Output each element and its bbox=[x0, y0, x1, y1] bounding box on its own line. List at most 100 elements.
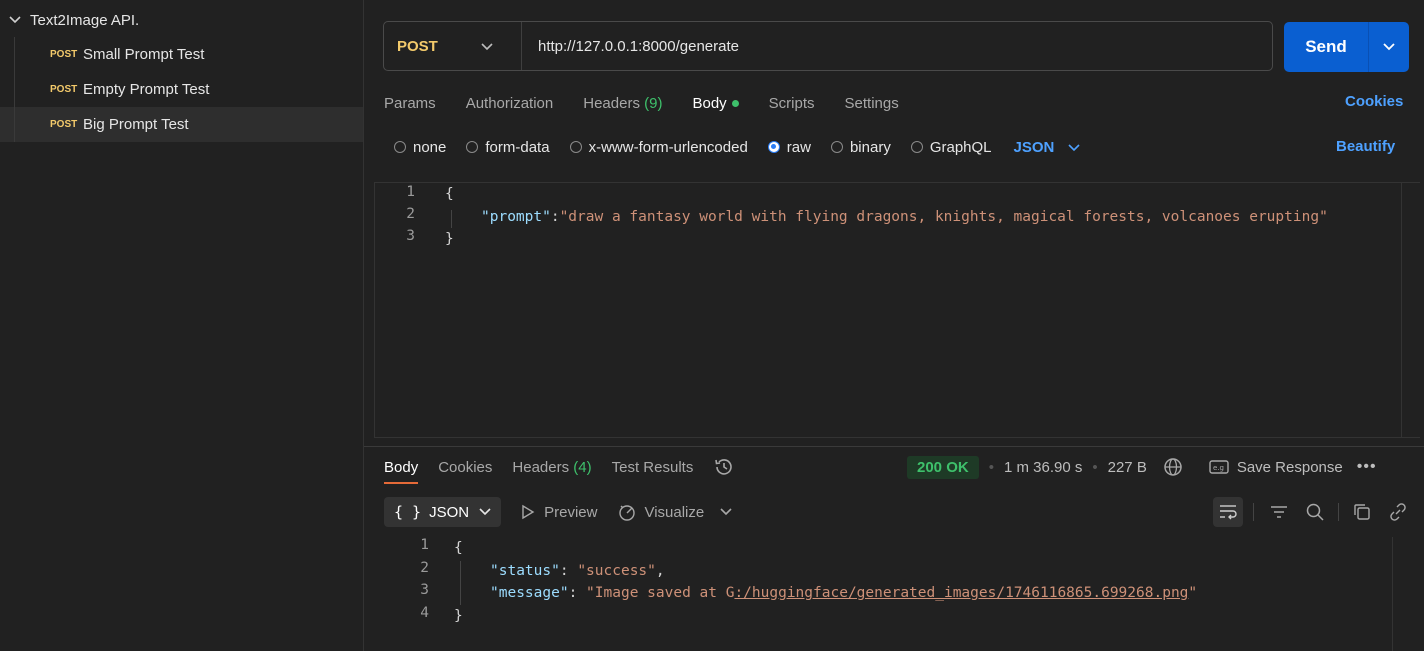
example-icon: e.g bbox=[1209, 460, 1229, 474]
save-response-label: Save Response bbox=[1236, 458, 1343, 476]
option-label: raw bbox=[786, 138, 811, 156]
indent-guide bbox=[451, 210, 452, 228]
send-dropdown-icon[interactable] bbox=[1369, 43, 1409, 51]
code-line-message: "message": "Image saved at G:/huggingfac… bbox=[490, 582, 1197, 604]
method-select[interactable]: POST bbox=[384, 22, 522, 70]
visualize-icon bbox=[619, 505, 636, 521]
tab-settings[interactable]: Settings bbox=[845, 95, 899, 112]
meta-separator: • bbox=[1092, 458, 1098, 476]
svg-text:e.g: e.g bbox=[1213, 464, 1224, 472]
tab-params[interactable]: Params bbox=[384, 95, 436, 112]
method-badge: POST bbox=[50, 84, 78, 95]
code-close-brace: } bbox=[445, 231, 454, 247]
response-tab-test-results[interactable]: Test Results bbox=[612, 459, 694, 476]
more-options-icon[interactable]: ••• bbox=[1357, 458, 1377, 476]
copy-icon[interactable] bbox=[1347, 497, 1377, 527]
beautify-button[interactable]: Beautify bbox=[1336, 138, 1395, 155]
radio-icon bbox=[910, 141, 923, 153]
editor-scrollbar[interactable] bbox=[1401, 183, 1420, 437]
response-headers-label: Headers bbox=[512, 458, 570, 476]
chevron-down-icon[interactable] bbox=[0, 16, 30, 24]
option-label: GraphQL bbox=[929, 138, 992, 156]
json-punct: , bbox=[655, 563, 665, 579]
collection-name: Text2Image API. bbox=[30, 11, 140, 29]
headers-count: (9) bbox=[644, 94, 663, 112]
link-icon[interactable] bbox=[1383, 497, 1413, 527]
request-label: Small Prompt Test bbox=[83, 46, 205, 63]
modified-dot-icon bbox=[731, 100, 739, 108]
json-value: "Image saved at G bbox=[586, 585, 735, 601]
language-value: JSON bbox=[1013, 138, 1055, 156]
response-tab-cookies[interactable]: Cookies bbox=[438, 459, 492, 476]
language-select[interactable]: JSON bbox=[1014, 139, 1081, 156]
play-icon bbox=[522, 504, 535, 520]
save-response-button[interactable]: e.g Save Response bbox=[1209, 459, 1343, 476]
response-tab-body[interactable]: Body bbox=[384, 459, 419, 484]
request-label: Big Prompt Test bbox=[83, 116, 189, 133]
sidebar-request-empty-prompt[interactable]: POST Empty Prompt Test bbox=[0, 72, 363, 107]
response-tabs: Body Cookies Headers (4) Test Results bbox=[384, 454, 735, 484]
line-number: 1 bbox=[406, 184, 415, 200]
response-size[interactable]: 227 B bbox=[1108, 459, 1147, 476]
format-select[interactable]: { } JSON bbox=[384, 497, 502, 527]
filter-icon[interactable] bbox=[1264, 497, 1294, 527]
line-number: 4 bbox=[420, 605, 429, 621]
wrap-lines-icon[interactable] bbox=[1213, 497, 1243, 527]
response-view-icons bbox=[1207, 497, 1413, 527]
line-number: 1 bbox=[420, 537, 429, 553]
history-icon[interactable] bbox=[713, 456, 735, 478]
code-line-status: "status": "success", bbox=[490, 560, 665, 582]
preview-button[interactable]: Preview bbox=[521, 504, 597, 521]
request-tabs: Params Authorization Headers (9) Body Sc… bbox=[384, 90, 929, 116]
tab-scripts[interactable]: Scripts bbox=[769, 95, 815, 112]
send-label: Send bbox=[1305, 37, 1347, 56]
meta-separator: • bbox=[988, 458, 994, 476]
sidebar-request-small-prompt[interactable]: POST Small Prompt Test bbox=[0, 37, 363, 72]
radio-icon bbox=[466, 141, 479, 153]
body-option-urlencoded[interactable]: x-www-form-urlencoded bbox=[569, 138, 748, 156]
response-body-viewer[interactable]: 1 2 3 4 { "status": "success", "message"… bbox=[384, 537, 1424, 651]
tab-body[interactable]: Body bbox=[692, 95, 739, 112]
globe-icon[interactable] bbox=[1163, 457, 1183, 477]
response-time[interactable]: 1 m 36.90 s bbox=[1004, 459, 1082, 476]
pane-divider[interactable] bbox=[364, 446, 1424, 447]
code-open-brace: { bbox=[445, 186, 454, 202]
body-option-binary[interactable]: binary bbox=[830, 139, 891, 156]
json-punct: : bbox=[559, 563, 578, 579]
tree-guide bbox=[14, 37, 15, 72]
toolbar-divider bbox=[1338, 503, 1339, 521]
visualize-button[interactable]: Visualize bbox=[617, 502, 704, 522]
file-path-link[interactable]: :/huggingface/generated_images/174611686… bbox=[734, 585, 1188, 601]
option-label: x-www-form-urlencoded bbox=[588, 138, 748, 156]
radio-selected-icon bbox=[767, 141, 780, 153]
status-badge[interactable]: 200 OK bbox=[907, 455, 979, 479]
response-tab-headers[interactable]: Headers (4) bbox=[512, 459, 591, 476]
line-number: 3 bbox=[406, 228, 415, 244]
chevron-down-icon[interactable] bbox=[720, 508, 732, 516]
url-bar: POST http://127.0.0.1:8000/generate bbox=[383, 21, 1273, 71]
option-label: none bbox=[413, 138, 447, 156]
tree-guide bbox=[14, 72, 15, 107]
body-option-graphql[interactable]: GraphQL bbox=[910, 138, 992, 156]
body-option-form-data[interactable]: form-data bbox=[466, 139, 550, 156]
tab-headers[interactable]: Headers (9) bbox=[583, 95, 662, 112]
body-option-none[interactable]: none bbox=[394, 139, 446, 156]
body-type-options: none form-data x-www-form-urlencoded raw… bbox=[394, 135, 1080, 159]
send-button[interactable]: Send bbox=[1284, 22, 1409, 72]
collection-row[interactable]: Text2Image API. bbox=[0, 4, 363, 36]
json-value-end: " bbox=[1188, 585, 1198, 601]
url-input[interactable]: http://127.0.0.1:8000/generate bbox=[522, 38, 739, 55]
request-label: Empty Prompt Test bbox=[83, 81, 210, 98]
line-number: 2 bbox=[420, 560, 429, 576]
tab-authorization[interactable]: Authorization bbox=[466, 95, 554, 112]
search-icon[interactable] bbox=[1300, 497, 1330, 527]
json-punct: : bbox=[568, 585, 587, 601]
sidebar-request-big-prompt[interactable]: POST Big Prompt Test bbox=[0, 107, 363, 142]
cookies-link[interactable]: Cookies bbox=[1345, 93, 1403, 110]
method-badge: POST bbox=[50, 119, 78, 130]
radio-icon bbox=[569, 141, 582, 153]
viewer-scrollbar[interactable] bbox=[1392, 537, 1393, 651]
request-body-editor[interactable]: 1 2 3 { "prompt":"draw a fantasy world w… bbox=[374, 182, 1420, 438]
sidebar: Text2Image API. POST Small Prompt Test P… bbox=[0, 0, 364, 651]
body-option-raw[interactable]: raw bbox=[767, 138, 811, 156]
